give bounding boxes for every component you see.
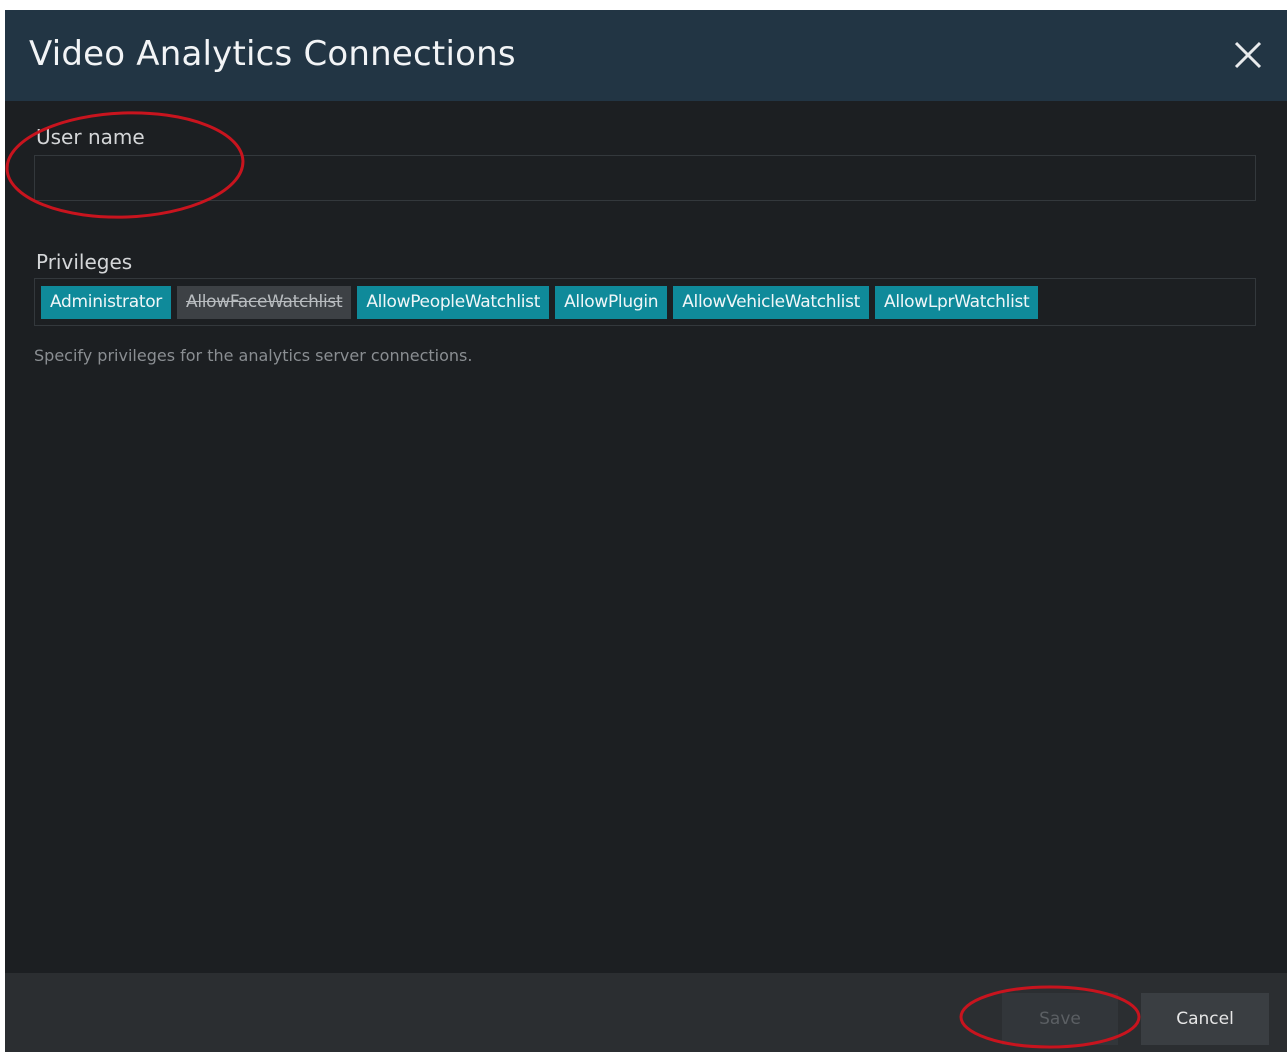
video-analytics-connections-dialog: Video Analytics Connections User name Pr…: [5, 10, 1287, 1052]
dialog-footer: Save Cancel: [5, 973, 1287, 1052]
privileges-help-text: Specify privileges for the analytics ser…: [34, 346, 473, 365]
dialog-header: Video Analytics Connections: [5, 10, 1287, 101]
privileges-tag-field[interactable]: Administrator AllowFaceWatchlist AllowPe…: [34, 278, 1256, 326]
close-icon[interactable]: [1233, 40, 1263, 70]
username-label: User name: [36, 125, 145, 149]
cancel-button[interactable]: Cancel: [1141, 993, 1269, 1045]
dialog-title: Video Analytics Connections: [29, 34, 516, 74]
username-input[interactable]: [34, 155, 1256, 201]
privilege-tag-administrator[interactable]: Administrator: [41, 285, 171, 319]
privilege-tag-allow-face-watchlist[interactable]: AllowFaceWatchlist: [177, 285, 352, 319]
privilege-tag-allow-people-watchlist[interactable]: AllowPeopleWatchlist: [357, 285, 550, 319]
save-button[interactable]: Save: [1002, 993, 1118, 1045]
privileges-label: Privileges: [36, 250, 133, 274]
privilege-tag-allow-vehicle-watchlist[interactable]: AllowVehicleWatchlist: [673, 285, 869, 319]
privilege-tag-allow-lpr-watchlist[interactable]: AllowLprWatchlist: [875, 285, 1039, 319]
privilege-tag-allow-plugin[interactable]: AllowPlugin: [555, 285, 668, 319]
